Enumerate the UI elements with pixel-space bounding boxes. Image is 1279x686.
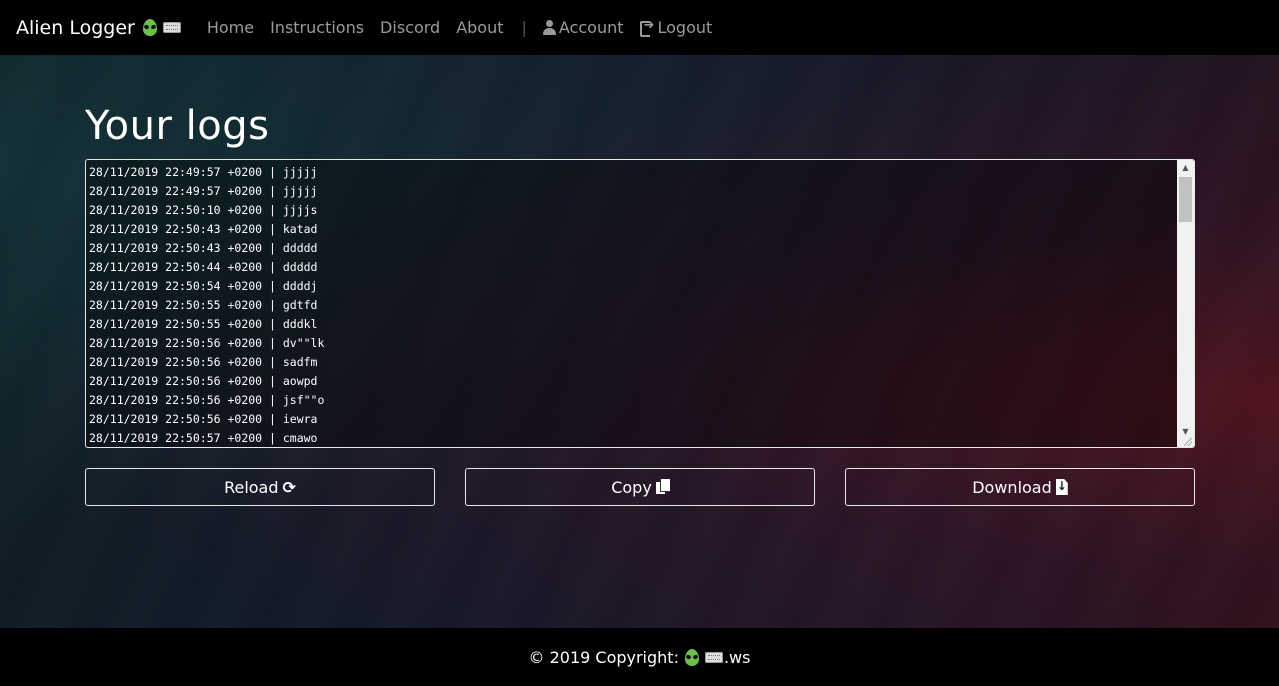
- log-line: 28/11/2019 22:50:56 +0200 | sadfm: [89, 355, 318, 369]
- footer-copyright: © 2019 Copyright:: [528, 647, 679, 667]
- keyboard-icon: [162, 22, 181, 33]
- brand-name: Alien Logger: [16, 16, 135, 39]
- copy-button[interactable]: Copy: [465, 468, 815, 506]
- nav-link-discord[interactable]: Discord: [380, 18, 440, 37]
- footer-domain-suffix: .ws: [723, 647, 751, 667]
- log-line: 28/11/2019 22:50:57 +0200 | cmawo: [89, 431, 318, 445]
- page-title: Your logs: [85, 103, 270, 149]
- log-line: 28/11/2019 22:49:57 +0200 | jjjjj: [89, 184, 318, 198]
- scrollbar-thumb[interactable]: [1179, 177, 1192, 222]
- nav-link-account[interactable]: Account: [542, 18, 624, 37]
- nav-link-instructions[interactable]: Instructions: [270, 18, 364, 37]
- scroll-down-arrow-icon[interactable]: ▼: [1177, 424, 1194, 439]
- log-line: 28/11/2019 22:50:56 +0200 | aowpd: [89, 374, 318, 388]
- scroll-up-arrow-icon[interactable]: ▲: [1177, 160, 1194, 175]
- log-lines: 28/11/2019 22:49:57 +0200 | jjjjj 28/11/2…: [89, 163, 1174, 447]
- nav-link-logout[interactable]: Logout: [639, 18, 713, 37]
- alien-icon: [142, 19, 157, 36]
- refresh-icon: ⟳: [282, 477, 296, 497]
- log-line: 28/11/2019 22:50:10 +0200 | jjjjs: [89, 203, 318, 217]
- log-line: 28/11/2019 22:50:43 +0200 | ddddd: [89, 241, 318, 255]
- logout-label: Logout: [657, 18, 713, 37]
- log-line: 28/11/2019 22:50:56 +0200 | iewra: [89, 412, 318, 426]
- alien-icon: [684, 648, 699, 666]
- log-textarea[interactable]: 28/11/2019 22:49:57 +0200 | jjjjj 28/11/2…: [85, 159, 1195, 448]
- download-button[interactable]: Download: [845, 468, 1195, 506]
- log-line: 28/11/2019 22:50:54 +0200 | ddddj: [89, 279, 318, 293]
- log-line: 28/11/2019 22:50:44 +0200 | ddddd: [89, 260, 318, 274]
- file-download-icon: [1055, 479, 1068, 495]
- top-navbar: Alien Logger Home Instructions Discord A…: [0, 0, 1279, 55]
- nav-link-about[interactable]: About: [456, 18, 503, 37]
- log-line: 28/11/2019 22:50:56 +0200 | jsf""o: [89, 393, 325, 407]
- reload-button[interactable]: Reload ⟳: [85, 468, 435, 506]
- account-label: Account: [558, 18, 624, 37]
- log-line: 28/11/2019 22:50:55 +0200 | dddkl: [89, 317, 318, 331]
- log-line: 28/11/2019 22:50:55 +0200 | gdtfd: [89, 298, 318, 312]
- copy-files-icon: [655, 479, 670, 495]
- copy-label: Copy: [611, 477, 652, 497]
- nav-separator: |: [521, 18, 527, 37]
- nav-link-home[interactable]: Home: [207, 18, 254, 37]
- log-scrollbar[interactable]: ▲ ▼: [1177, 160, 1194, 447]
- reload-label: Reload: [224, 477, 279, 497]
- brand[interactable]: Alien Logger: [16, 17, 181, 39]
- download-label: Download: [972, 477, 1052, 497]
- sign-out-icon: [639, 18, 656, 37]
- main-content: Your logs 28/11/2019 22:49:57 +0200 | jj…: [0, 55, 1279, 628]
- log-line: 28/11/2019 22:49:57 +0200 | jjjjj: [89, 165, 318, 179]
- log-line: 28/11/2019 22:50:43 +0200 | katad: [89, 222, 318, 236]
- resize-grip-icon[interactable]: [1184, 438, 1192, 446]
- user-icon: [542, 20, 556, 35]
- keyboard-icon: [704, 651, 723, 663]
- log-line: 28/11/2019 22:50:56 +0200 | dv""lk: [89, 336, 325, 350]
- footer: © 2019 Copyright: .ws: [0, 628, 1279, 686]
